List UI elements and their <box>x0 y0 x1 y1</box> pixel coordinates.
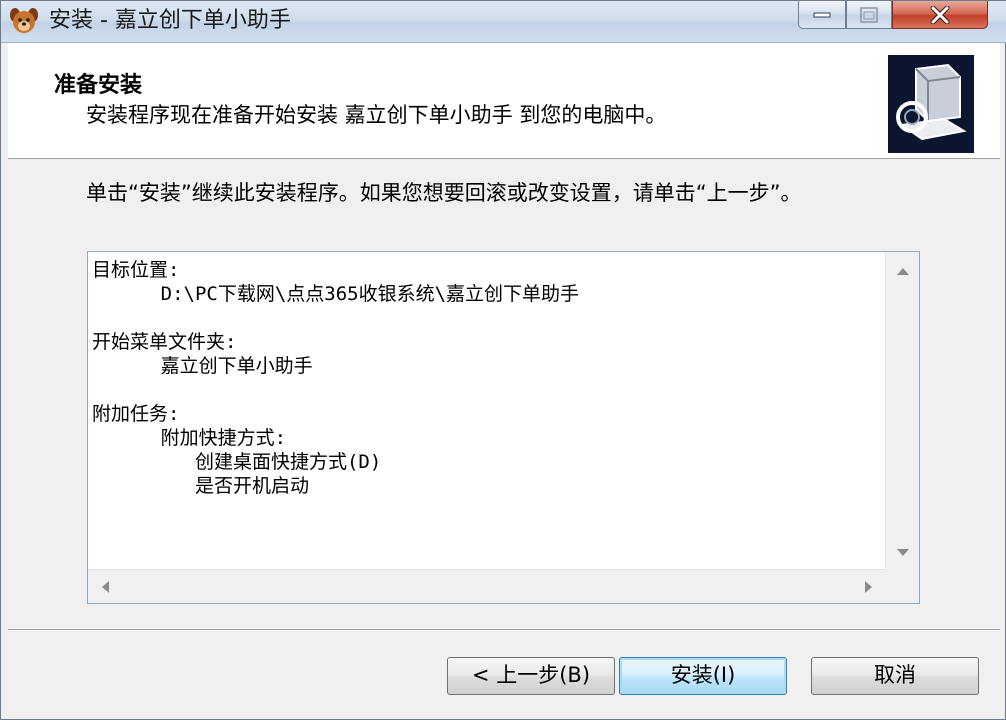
install-button[interactable]: 安装(I) <box>619 657 787 695</box>
title-bar[interactable]: 安装 - 嘉立创下单小助手 <box>1 1 1006 43</box>
horizontal-scrollbar[interactable] <box>88 569 886 603</box>
minimize-button[interactable] <box>798 1 846 29</box>
scroll-down-icon[interactable] <box>897 549 909 556</box>
back-button[interactable]: < 上一步(B) <box>447 657 615 695</box>
settings-summary-text: 目标位置: D:\PC下载网\点点365收银系统\嘉立创下单助手 开始菜单文件夹… <box>92 259 580 497</box>
page-title: 准备安装 <box>54 73 143 98</box>
window-title: 安装 - 嘉立创下单小助手 <box>49 8 291 33</box>
scroll-right-icon[interactable] <box>865 581 872 593</box>
page-subtitle: 安装程序现在准备开始安装 嘉立创下单小助手 到您的电脑中。 <box>86 103 667 127</box>
maximize-icon <box>860 6 878 23</box>
close-button[interactable] <box>892 1 988 29</box>
footer-divider <box>8 629 1000 631</box>
dog-face-icon <box>9 7 39 35</box>
close-icon <box>930 5 950 24</box>
installer-window: 安装 - 嘉立创下单小助手 准备安装 安装程序现在准备开始安装 嘉立创下单小助手… <box>0 0 1006 720</box>
minimize-icon <box>813 12 831 17</box>
scroll-up-icon[interactable] <box>897 268 909 275</box>
instruction-text: 单击“安装”继续此安装程序。如果您想要回滚或改变设置，请单击“上一步”。 <box>86 181 802 205</box>
scrollbar-corner <box>885 569 919 603</box>
page-header: 准备安装 安装程序现在准备开始安装 嘉立创下单小助手 到您的电脑中。 <box>8 43 1000 159</box>
computer-disk-icon <box>888 55 974 153</box>
maximize-button[interactable] <box>846 1 892 29</box>
cancel-button[interactable]: 取消 <box>811 657 979 695</box>
scroll-left-icon[interactable] <box>102 581 109 593</box>
vertical-scrollbar[interactable] <box>885 252 919 570</box>
settings-summary-box[interactable]: 目标位置: D:\PC下载网\点点365收银系统\嘉立创下单助手 开始菜单文件夹… <box>87 251 920 604</box>
